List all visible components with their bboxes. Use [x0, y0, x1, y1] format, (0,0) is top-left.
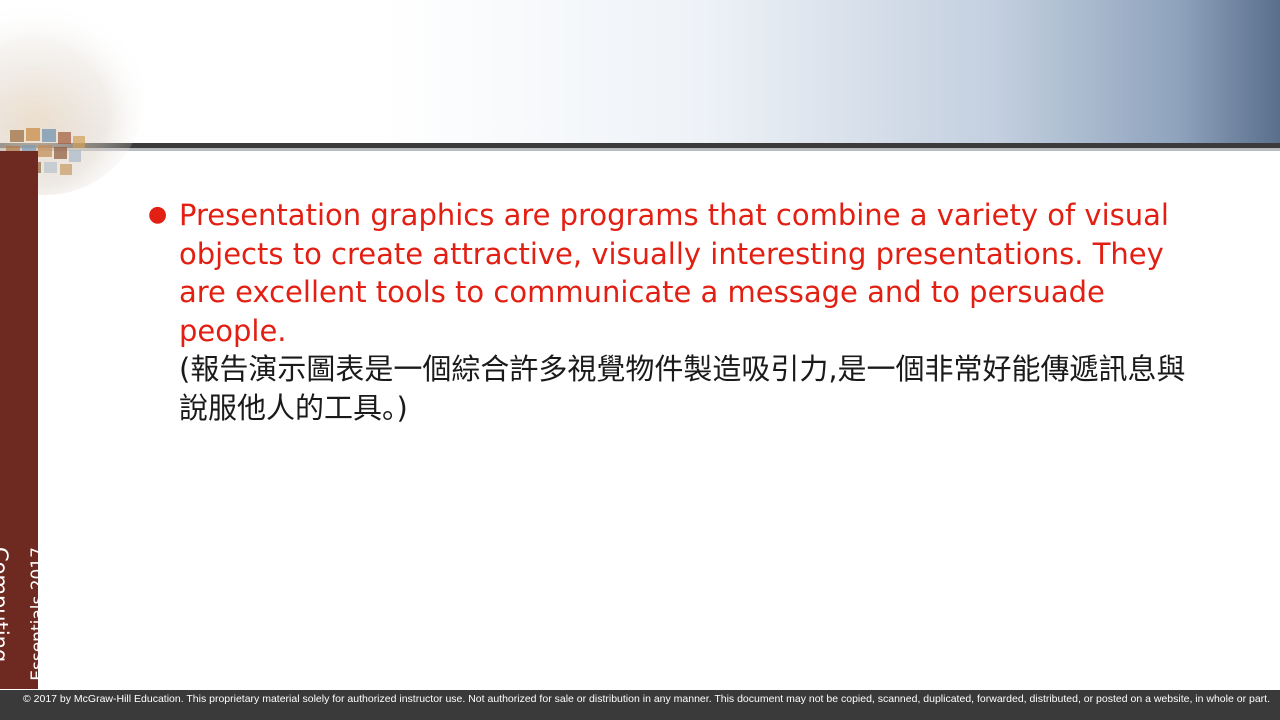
chinese-translation: (報告演示圖表是一個綜合許多視覺物件製造吸引力,是一個非常好能傳遞訊息與說服他人…	[179, 352, 1186, 425]
slide: Computing Essentials 2017 ● Presentation…	[0, 0, 1280, 720]
slide-content: ● Presentation graphics are programs tha…	[148, 196, 1228, 427]
header-divider-light	[0, 148, 1280, 151]
bullet-body: Presentation graphics are programs that …	[179, 196, 1228, 427]
footer: © 2017 by McGraw-Hill Education. This pr…	[0, 690, 1280, 720]
copyright-text: © 2017 by McGraw-Hill Education. This pr…	[23, 693, 1270, 705]
sidebar-title-main: Computing	[0, 547, 12, 663]
sidebar-title: Computing Essentials 2017	[0, 151, 48, 681]
bullet-text: Presentation graphics are programs that …	[179, 198, 1169, 348]
bullet-item: ● Presentation graphics are programs tha…	[148, 196, 1228, 427]
sidebar-title-sub: Essentials 2017	[19, 547, 57, 681]
sidebar-title-sub-text: Essentials 2017	[28, 547, 48, 681]
header-band	[0, 0, 1280, 143]
bullet-dot-icon: ●	[148, 202, 168, 227]
